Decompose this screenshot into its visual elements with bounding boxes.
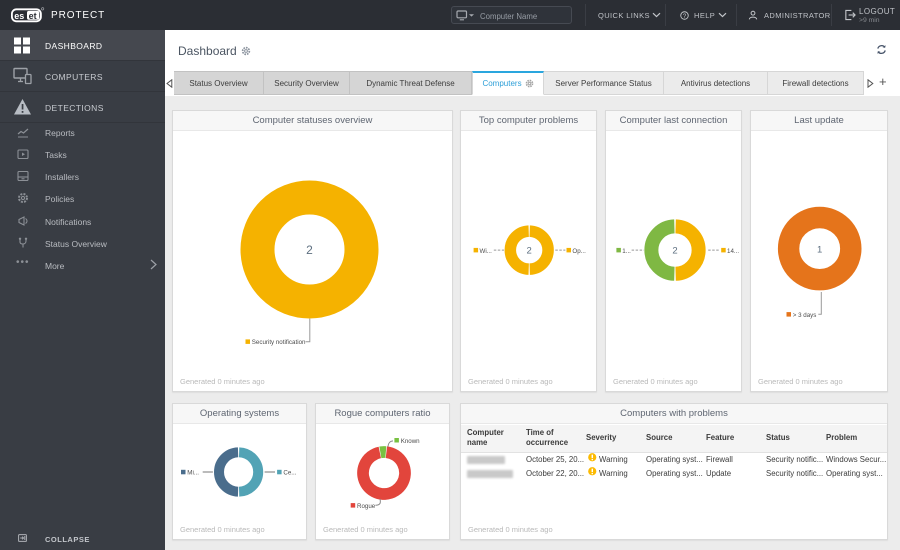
svg-text:Rogue: Rogue xyxy=(357,503,376,510)
svg-text:Known: Known xyxy=(401,438,420,445)
svg-text:Security notification: Security notification xyxy=(252,339,306,346)
svg-text:> 3 days: > 3 days xyxy=(793,312,817,319)
svg-text:Ce...: Ce... xyxy=(283,470,296,477)
svg-text:2: 2 xyxy=(527,246,532,257)
svg-text:?: ? xyxy=(683,13,687,19)
svg-text:2: 2 xyxy=(306,243,313,257)
svg-text:1: 1 xyxy=(817,245,822,256)
svg-text:14...: 14... xyxy=(727,248,739,255)
svg-text:Mi...: Mi... xyxy=(187,470,199,477)
svg-text:es: es xyxy=(14,11,24,21)
svg-text:1...: 1... xyxy=(622,248,631,255)
svg-text:2: 2 xyxy=(672,246,677,257)
svg-text:Wi...: Wi... xyxy=(480,248,493,255)
svg-text:et: et xyxy=(29,11,37,21)
svg-text:Op...: Op... xyxy=(572,248,586,255)
